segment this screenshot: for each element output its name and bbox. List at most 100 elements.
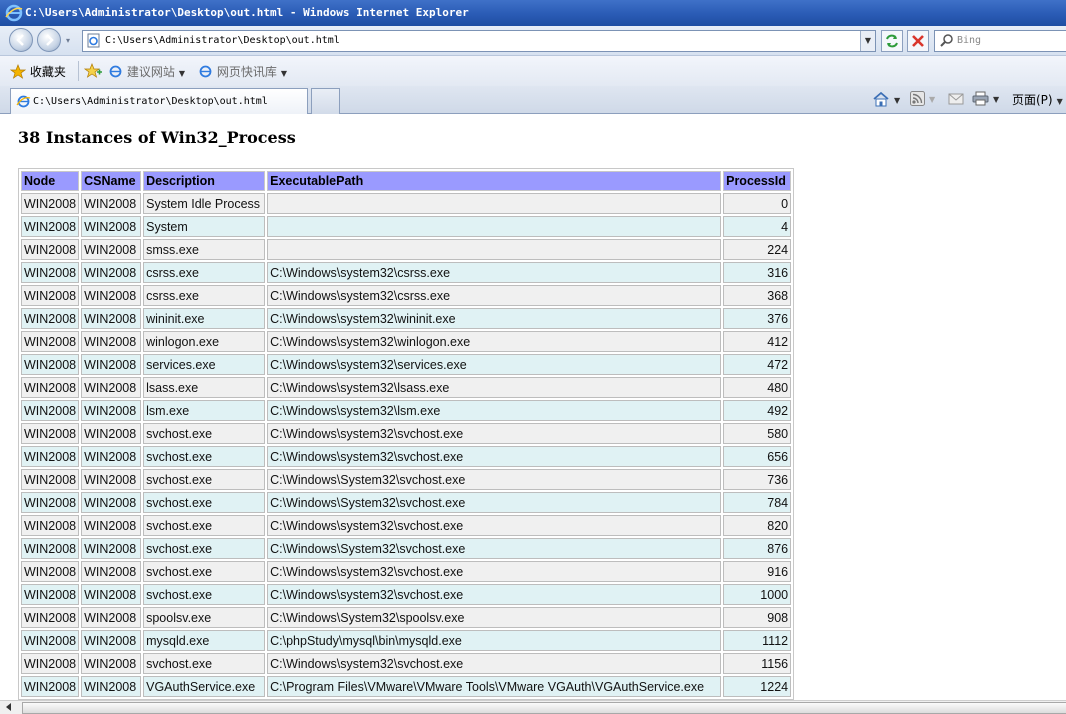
cell-csname: WIN2008	[81, 538, 142, 559]
search-box[interactable]: Bing	[934, 30, 1066, 52]
suggested-sites-link[interactable]: 建议网站 ▼	[108, 63, 185, 80]
tab-out-html[interactable]: C:\Users\Administrator\Desktop\out.html	[10, 88, 308, 114]
table-row: WIN2008 WIN2008 svchost.exe C:\Windows\Syst…	[21, 492, 792, 513]
cell-csname: WIN2008	[81, 423, 142, 444]
table-row: WIN2008 WIN2008 lsass.exe C:\Windows\system…	[21, 377, 792, 398]
horizontal-scrollbar[interactable]	[0, 700, 1066, 714]
printer-icon	[972, 91, 989, 106]
cell-node: WIN2008	[21, 400, 80, 421]
chevron-down-icon: ▼	[993, 95, 1000, 104]
home-button[interactable]: ▼	[872, 91, 900, 109]
cell-executablepath: C:\phpStudy\mysql\bin\mysqld.exe	[267, 630, 722, 651]
cell-node: WIN2008	[21, 354, 80, 375]
scrollbar-thumb[interactable]	[22, 702, 1066, 714]
cell-processid: 480	[723, 377, 792, 398]
cell-executablepath: C:\Windows\system32\lsass.exe	[267, 377, 722, 398]
cell-processid: 784	[723, 492, 792, 513]
table-row: WIN2008 WIN2008 spoolsv.exe C:\Windows\Syst…	[21, 607, 792, 628]
favorites-button[interactable]: 收藏夹	[9, 63, 66, 80]
cell-description: svchost.exe	[143, 469, 266, 490]
process-table: Node CSName Description ExecutablePath P…	[18, 168, 795, 700]
cell-executablepath	[267, 216, 722, 237]
mail-icon	[948, 93, 964, 104]
page-menu-label: 页面(P)	[1012, 93, 1053, 107]
table-row: WIN2008 WIN2008 csrss.exe C:\Windows\system…	[21, 285, 792, 306]
recent-pages-dropdown-icon[interactable]: ▾	[66, 36, 74, 45]
search-input[interactable]: Bing	[957, 35, 981, 46]
new-tab-button[interactable]	[311, 88, 340, 114]
table-row: WIN2008 WIN2008 svchost.exe C:\Windows\syst…	[21, 561, 792, 582]
cell-description: svchost.exe	[143, 584, 266, 605]
ie-page-icon	[109, 65, 122, 78]
window-titlebar: C:\Users\Administrator\Desktop\out.html …	[0, 0, 1066, 26]
cell-csname: WIN2008	[81, 607, 142, 628]
print-button[interactable]: ▼	[972, 91, 999, 109]
cell-csname: WIN2008	[81, 193, 142, 214]
cell-node: WIN2008	[21, 308, 80, 329]
cell-processid: 820	[723, 515, 792, 536]
table-row: WIN2008 WIN2008 svchost.exe C:\Windows\Syst…	[21, 538, 792, 559]
cell-csname: WIN2008	[81, 676, 142, 697]
web-slice-gallery-label: 网页快讯库	[216, 65, 277, 79]
add-favorite-button[interactable]	[83, 63, 102, 78]
address-input[interactable]: C:\Users\Administrator\Desktop\out.html	[105, 35, 340, 46]
cell-executablepath	[267, 239, 722, 260]
cell-executablepath: C:\Windows\System32\svchost.exe	[267, 492, 722, 513]
cell-node: WIN2008	[21, 423, 80, 444]
address-dropdown-icon[interactable]: ▼	[860, 31, 875, 51]
cell-node: WIN2008	[21, 538, 80, 559]
cell-processid: 224	[723, 239, 792, 260]
cell-processid: 412	[723, 331, 792, 352]
cell-processid: 908	[723, 607, 792, 628]
favorites-separator	[78, 61, 79, 81]
cell-processid: 1156	[723, 653, 792, 674]
cell-processid: 376	[723, 308, 792, 329]
page-menu-button[interactable]: 页面(P) ▼	[1012, 91, 1063, 109]
table-row: WIN2008 WIN2008 services.exe C:\Windows\sys…	[21, 354, 792, 375]
back-button[interactable]	[9, 28, 33, 52]
cell-description: VGAuthService.exe	[143, 676, 266, 697]
stop-button[interactable]	[907, 30, 929, 52]
cell-csname: WIN2008	[81, 400, 142, 421]
refresh-button[interactable]	[881, 30, 903, 52]
table-row: WIN2008 WIN2008 System 4	[21, 216, 792, 237]
cell-csname: WIN2008	[81, 216, 142, 237]
cell-executablepath: C:\Windows\system32\svchost.exe	[267, 446, 722, 467]
page-title: 38 Instances of Win32_Process	[18, 128, 296, 147]
cell-processid: 1000	[723, 584, 792, 605]
web-slice-gallery-link[interactable]: 网页快讯库 ▼	[198, 63, 287, 80]
forward-button[interactable]	[37, 28, 61, 52]
cell-csname: WIN2008	[81, 630, 142, 651]
cell-executablepath: C:\Windows\system32\services.exe	[267, 354, 722, 375]
internet-explorer-icon	[5, 4, 23, 22]
refresh-icon	[886, 34, 898, 48]
cell-processid: 472	[723, 354, 792, 375]
home-icon	[873, 91, 889, 107]
cell-executablepath: C:\Windows\system32\winlogon.exe	[267, 331, 722, 352]
cell-description: System	[143, 216, 266, 237]
cell-node: WIN2008	[21, 469, 80, 490]
cell-description: csrss.exe	[143, 262, 266, 283]
column-header-node: Node	[21, 171, 80, 191]
chevron-down-icon: ▼	[929, 95, 936, 104]
cell-csname: WIN2008	[81, 469, 142, 490]
table-header-row: Node CSName Description ExecutablePath P…	[21, 171, 792, 191]
favorites-bar: 收藏夹 建议网站 ▼ 网页快讯库 ▼	[0, 56, 1066, 86]
read-mail-button[interactable]	[948, 91, 964, 109]
favorites-label: 收藏夹	[29, 65, 66, 79]
cell-processid: 736	[723, 469, 792, 490]
cell-node: WIN2008	[21, 377, 80, 398]
cell-node: WIN2008	[21, 193, 80, 214]
cell-processid: 0	[723, 193, 792, 214]
table-row: WIN2008 WIN2008 wininit.exe C:\Windows\syst…	[21, 308, 792, 329]
cell-node: WIN2008	[21, 584, 80, 605]
table-body: WIN2008 WIN2008 System Idle Process 0 WIN200…	[21, 193, 792, 697]
cell-csname: WIN2008	[81, 285, 142, 306]
cell-csname: WIN2008	[81, 446, 142, 467]
scroll-left-icon[interactable]	[6, 703, 11, 711]
address-bar[interactable]: C:\Users\Administrator\Desktop\out.html …	[82, 30, 876, 52]
feeds-button[interactable]: ▼	[910, 91, 935, 109]
cell-executablepath: C:\Windows\system32\csrss.exe	[267, 285, 722, 306]
ie-page-icon	[199, 65, 212, 78]
cell-csname: WIN2008	[81, 239, 142, 260]
